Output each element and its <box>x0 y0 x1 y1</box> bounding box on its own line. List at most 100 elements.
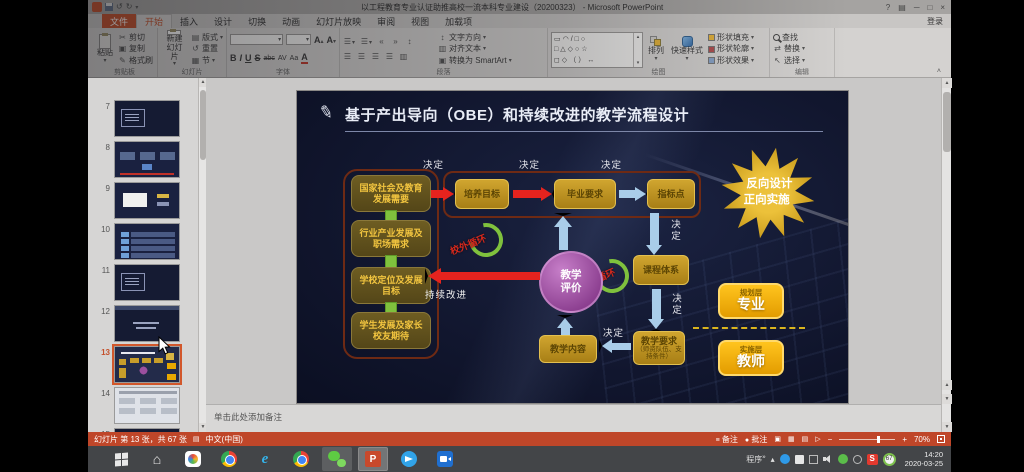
language-indicator[interactable]: 中文(中国) <box>206 434 243 445</box>
shapes-scroll-up-icon[interactable]: ▴ <box>637 34 640 40</box>
blue-arrow[interactable] <box>609 343 631 350</box>
text-direction-button[interactable]: ↕文字方向▾ <box>438 34 512 42</box>
slide-title[interactable]: 基于产出导向（OBE）和持续改进的教学流程设计 <box>345 104 689 125</box>
taskbar-powerpoint[interactable]: P <box>358 447 388 471</box>
align-center-icon[interactable]: ☰ <box>357 52 366 61</box>
decrease-indent-icon[interactable]: « <box>377 37 386 46</box>
zoom-slider-handle[interactable] <box>877 436 880 443</box>
font-name-combo[interactable]: ▾ <box>230 34 283 45</box>
zoom-out-button[interactable]: − <box>828 435 833 444</box>
change-case-button[interactable]: Aa <box>290 55 299 62</box>
tray-expand-icon[interactable]: ▴ <box>771 455 775 464</box>
shape-fill-button[interactable]: 形状填充▾ <box>708 34 754 42</box>
tab-view[interactable]: 视图 <box>403 14 437 28</box>
close-button[interactable]: × <box>940 3 945 12</box>
blue-arrow[interactable] <box>619 190 635 198</box>
taskbar-clock[interactable]: 14:20 2020-03-25 <box>905 450 947 469</box>
thumb-scroll-up-icon[interactable]: ▲ <box>199 78 206 87</box>
tray-display-icon[interactable] <box>809 455 818 464</box>
strikethrough-button[interactable]: S <box>255 53 261 63</box>
copy-button[interactable]: ▣复制 <box>118 45 153 53</box>
shadow-button[interactable]: abc <box>264 55 275 62</box>
save-icon[interactable] <box>105 3 113 11</box>
quick-styles-button[interactable]: 快速样式 ▾ <box>669 30 705 68</box>
taskbar-wechat[interactable] <box>322 447 352 471</box>
requirement-box[interactable]: 教学要求 （师资队伍、支持条件） <box>633 331 685 365</box>
zoom-slider[interactable] <box>839 439 895 440</box>
slide-thumbnail[interactable] <box>114 182 180 219</box>
curriculum-box[interactable]: 课程体系 <box>633 255 689 285</box>
slide-thumbnail[interactable] <box>114 387 180 424</box>
thumb-scroll-handle[interactable] <box>200 90 206 160</box>
slide-thumbnail[interactable] <box>114 100 180 137</box>
zoom-level[interactable]: 70% <box>914 435 930 444</box>
shrink-font-button[interactable]: A▾ <box>326 35 336 45</box>
line-spacing-icon[interactable]: ↕ <box>405 37 414 46</box>
need-box[interactable]: 学校定位及发展目标 <box>351 267 431 304</box>
decide-label[interactable]: 决定 <box>601 157 622 171</box>
justify-icon[interactable]: ☰ <box>385 52 394 61</box>
shapes-scroll-down-icon[interactable]: ▾ <box>637 60 640 66</box>
tray-ime-icon[interactable] <box>795 455 804 464</box>
minimize-button[interactable]: ─ <box>914 3 920 12</box>
taskbar-home-app[interactable]: ⌂ <box>142 447 172 471</box>
tab-transitions[interactable]: 切换 <box>240 14 274 28</box>
tray-network-icon[interactable] <box>853 455 862 464</box>
decide-label[interactable]: 决定 <box>603 325 624 339</box>
normal-view-icon[interactable]: ▣ <box>774 435 781 443</box>
sogou-input-icon[interactable]: S <box>867 454 878 465</box>
align-right-icon[interactable]: ☰ <box>371 52 380 61</box>
indicator-box[interactable]: 指标点 <box>647 179 695 209</box>
slideshow-view-icon[interactable]: ▷ <box>815 435 820 443</box>
taskbar-chrome[interactable] <box>286 447 316 471</box>
font-size-combo[interactable]: ▾ <box>286 34 311 45</box>
thumb-scroll-down-icon[interactable]: ▼ <box>199 423 206 432</box>
red-arrow[interactable] <box>431 190 443 198</box>
blue-arrow[interactable] <box>652 289 661 319</box>
ribbon-display-options-button[interactable]: ▤ <box>898 3 906 12</box>
slide-thumbnail[interactable] <box>114 223 180 260</box>
decide-label[interactable]: 决定 <box>423 157 444 171</box>
redo-icon[interactable]: ↻ <box>126 3 133 11</box>
start-button[interactable] <box>106 447 136 471</box>
arrange-button[interactable]: 排列 ▾ <box>646 30 666 68</box>
bold-button[interactable]: B <box>230 53 237 63</box>
shape-outline-button[interactable]: 形状轮廓▾ <box>708 45 754 53</box>
tab-animations[interactable]: 动画 <box>274 14 308 28</box>
spellcheck-icon[interactable]: ▤ <box>193 435 200 443</box>
reset-button[interactable]: ↺重置 <box>191 45 223 53</box>
underline-button[interactable]: U <box>245 53 252 63</box>
slide-sorter-view-icon[interactable]: ▦ <box>788 435 795 443</box>
evaluation-circle[interactable]: 教学 评价 <box>539 251 603 313</box>
reading-view-icon[interactable]: ▤ <box>802 435 809 443</box>
blue-arrow[interactable] <box>561 324 570 335</box>
tab-addins[interactable]: 加载项 <box>437 14 480 28</box>
tab-slideshow[interactable]: 幻灯片放映 <box>308 14 369 28</box>
section-button[interactable]: ▦节▾ <box>191 57 223 65</box>
improve-label[interactable]: 持续改进 <box>425 287 467 301</box>
programs-toolbar[interactable]: 程序» <box>746 454 765 465</box>
red-arrow[interactable] <box>513 190 541 198</box>
slide-canvas[interactable]: ✎ 基于产出导向（OBE）和持续改进的教学流程设计 国家社会及教育发展需要 行业… <box>297 91 848 403</box>
content-box[interactable]: 教学内容 <box>539 335 597 363</box>
tab-review[interactable]: 审阅 <box>369 14 403 28</box>
scroll-handle[interactable] <box>943 92 951 152</box>
blue-arrow[interactable] <box>650 213 659 247</box>
sign-in-link[interactable]: 登录 <box>927 14 943 28</box>
fit-slide-icon[interactable] <box>937 435 945 443</box>
decide-label[interactable]: 决定 <box>668 293 682 316</box>
tab-file[interactable]: 文件 <box>102 14 136 28</box>
layer-box-major[interactable]: 规划层 专业 <box>718 283 784 319</box>
font-color-button[interactable]: A <box>301 53 308 64</box>
red-arrow-long[interactable] <box>438 272 540 280</box>
align-text-button[interactable]: ▥对齐文本▾ <box>438 45 512 53</box>
thumbnail-scrollbar[interactable]: ▲ ▼ <box>198 78 206 432</box>
goal-box[interactable]: 培养目标 <box>455 179 509 209</box>
layout-button[interactable]: ▤版式▾ <box>191 34 223 42</box>
taskbar-360-browser[interactable] <box>214 447 244 471</box>
char-spacing-button[interactable]: AV <box>278 55 287 62</box>
select-button[interactable]: ↖选择▾ <box>773 57 805 65</box>
slide-thumbnail[interactable] <box>114 264 180 301</box>
taskbar-messenger[interactable] <box>394 447 424 471</box>
notes-pane[interactable]: 单击此处添加备注 <box>206 404 941 432</box>
